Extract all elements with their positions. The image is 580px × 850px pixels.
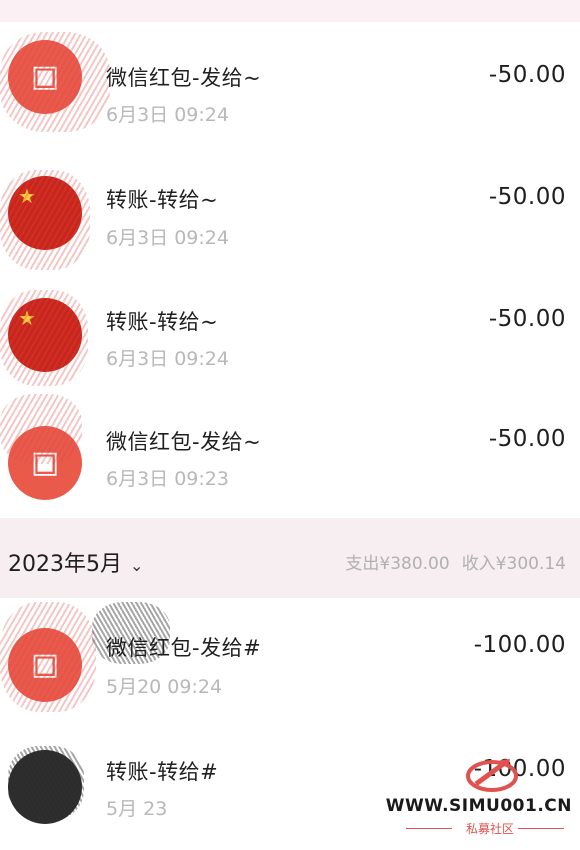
chevron-down-icon: ⌄	[130, 556, 144, 575]
transaction-time: 5月20 09:24	[106, 676, 223, 698]
red-scribble	[0, 170, 90, 270]
transaction-row[interactable]: ▣ 微信红包-发给~ 6月3日 09:24 -50.00	[0, 22, 580, 146]
transaction-title: 微信红包-发给~	[106, 66, 262, 90]
transaction-time: 5月 23	[106, 798, 168, 820]
expense-total: 支出¥380.00	[345, 554, 450, 574]
month-summary: 支出¥380.00 收入¥300.14	[333, 549, 566, 574]
month-selector[interactable]: 2023年5月 ⌄	[8, 546, 143, 578]
transaction-time: 6月3日 09:24	[106, 227, 229, 249]
transaction-amount: -100.00	[473, 632, 566, 658]
income-total: 收入¥300.14	[461, 554, 566, 574]
watermark: WWW.SIMU001.CN 私募社区	[386, 754, 572, 842]
transaction-time: 6月3日 09:23	[106, 468, 229, 490]
transaction-amount: -50.00	[488, 62, 566, 88]
transaction-row[interactable]: ★ 转账-转给~ 6月3日 09:24 -50.00	[0, 146, 580, 270]
transaction-row[interactable]: ★ 转账-转给~ 6月3日 09:24 -50.00	[0, 270, 580, 394]
transaction-title: 转账-转给~	[106, 310, 219, 334]
red-scribble	[0, 32, 110, 132]
month-header: 2023年5月 ⌄ 支出¥380.00 收入¥300.14	[0, 518, 580, 598]
transaction-title: 转账-转给#	[106, 760, 219, 784]
watermark-site: WWW.SIMU001.CN	[385, 796, 572, 816]
transaction-title: 转账-转给~	[106, 188, 219, 212]
month-label: 2023年5月	[8, 552, 122, 577]
transaction-time: 6月3日 09:24	[106, 104, 229, 126]
watermark-sub: 私募社区	[465, 822, 514, 836]
transaction-title: 微信红包-发给#	[106, 636, 262, 660]
divider	[518, 828, 564, 829]
transaction-amount: -50.00	[488, 426, 566, 452]
transaction-title: 微信红包-发给~	[106, 430, 262, 454]
simu-logo-icon	[466, 759, 518, 792]
red-scribble	[0, 290, 88, 386]
black-scribble	[8, 746, 84, 820]
transaction-amount: -50.00	[488, 184, 566, 210]
divider	[406, 828, 452, 829]
wechat-bill-page: ▣ 微信红包-发给~ 6月3日 09:24 -50.00 ★ 转账-转给~ 6月…	[0, 0, 580, 850]
red-scribble	[0, 602, 96, 712]
top-strip	[0, 0, 580, 22]
transaction-row[interactable]: ▣ 微信红包-发给# 5月20 09:24 -100.00	[0, 598, 580, 722]
transaction-time: 6月3日 09:24	[106, 348, 229, 370]
red-scribble	[0, 394, 82, 464]
transaction-amount: -50.00	[488, 306, 566, 332]
transaction-row[interactable]: ▣ 微信红包-发给~ 6月3日 09:23 -50.00	[0, 394, 580, 518]
